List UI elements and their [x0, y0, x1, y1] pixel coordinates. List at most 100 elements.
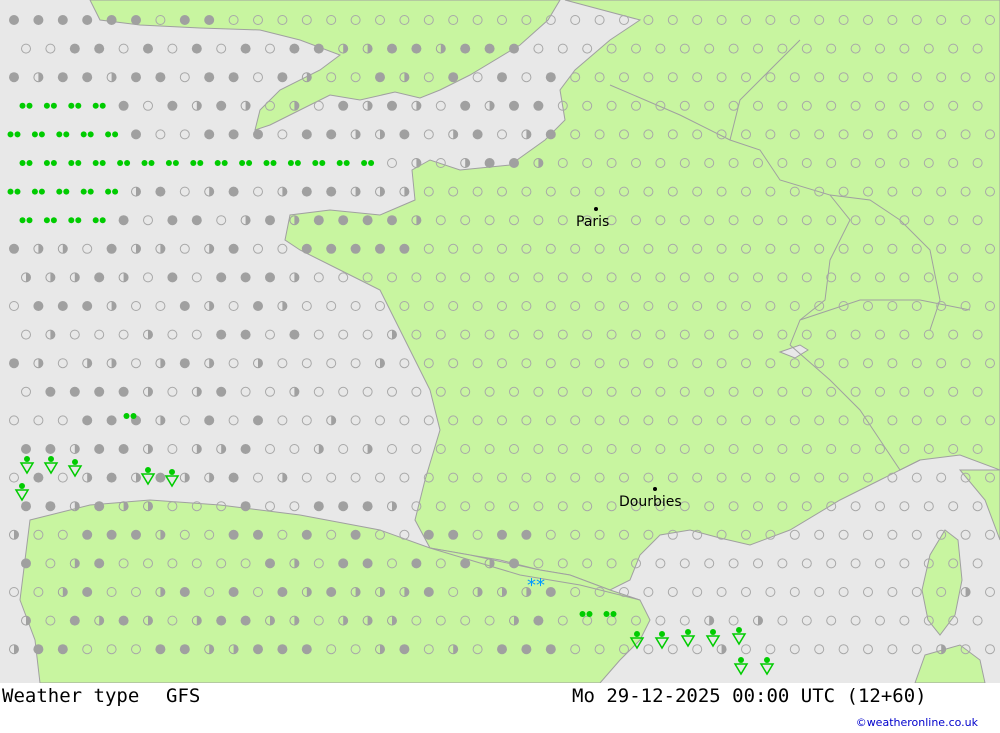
overcast-icon: [240, 43, 251, 54]
overcast-icon: [509, 100, 519, 111]
overcast-icon: [448, 529, 459, 540]
overcast-icon: [57, 301, 68, 311]
overcast-icon: [216, 615, 227, 626]
overcast-icon: [106, 529, 117, 540]
overcast-icon: [484, 158, 495, 168]
overcast-icon: [545, 72, 556, 83]
overcast-icon: [191, 43, 202, 54]
overcast-icon: [265, 558, 275, 569]
overcast-icon: [533, 100, 544, 111]
overcast-icon: [9, 72, 19, 83]
overcast-icon: [399, 243, 410, 254]
overcast-icon: [387, 100, 397, 111]
overcast-icon: [411, 558, 422, 569]
overcast-icon: [521, 529, 532, 540]
overcast-icon: [94, 386, 105, 397]
overcast-icon: [216, 386, 227, 397]
overcast-icon: [69, 386, 80, 397]
overcast-icon: [362, 501, 373, 512]
overcast-icon: [45, 386, 56, 397]
overcast-icon: [45, 501, 56, 512]
overcast-icon: [94, 43, 105, 54]
product-title: Weather type: [2, 685, 140, 707]
overcast-icon: [204, 415, 215, 426]
dourbies-marker: [653, 487, 657, 491]
overcast-icon: [21, 558, 31, 569]
overcast-icon: [338, 215, 349, 226]
overcast-icon: [118, 444, 129, 454]
overcast-icon: [21, 444, 31, 454]
overcast-icon: [277, 587, 288, 597]
overcast-icon: [106, 415, 117, 426]
model-name: GFS: [166, 685, 201, 707]
overcast-icon: [265, 272, 275, 283]
overcast-icon: [179, 15, 190, 25]
overcast-icon: [167, 215, 178, 226]
overcast-icon: [240, 329, 251, 340]
overcast-icon: [545, 129, 556, 140]
valid-time: Mo 29-12-2025 00:00 UTC (12+60): [572, 685, 927, 707]
overcast-icon: [94, 558, 105, 569]
overcast-icon: [375, 72, 385, 83]
overcast-icon: [155, 644, 166, 655]
overcast-icon: [179, 301, 190, 311]
city-label-dourbies: Dourbies: [619, 494, 682, 510]
overcast-icon: [82, 15, 93, 25]
overcast-icon: [131, 72, 141, 83]
site-credit-link[interactable]: ©weatheronline.co.uk: [856, 716, 978, 729]
overcast-icon: [94, 501, 105, 512]
overcast-icon: [448, 72, 459, 83]
overcast-icon: [216, 329, 227, 340]
map-footer: Weather type GFS Mo 29-12-2025 00:00 UTC…: [0, 683, 1000, 733]
overcast-icon: [460, 43, 471, 54]
overcast-icon: [497, 72, 507, 83]
overcast-icon: [82, 415, 93, 426]
overcast-icon: [228, 243, 239, 254]
overcast-icon: [57, 644, 68, 655]
overcast-icon: [69, 615, 80, 626]
overcast-icon: [228, 529, 239, 540]
overcast-icon: [313, 501, 324, 512]
overcast-icon: [118, 215, 129, 226]
overcast-icon: [143, 43, 153, 54]
overcast-icon: [387, 43, 397, 54]
overcast-icon: [399, 644, 410, 655]
overcast-icon: [350, 529, 361, 540]
overcast-icon: [497, 529, 507, 540]
overcast-icon: [301, 186, 312, 197]
overcast-icon: [204, 129, 215, 140]
overcast-icon: [253, 129, 263, 140]
city-label-paris: Paris: [576, 214, 610, 230]
overcast-icon: [33, 644, 44, 655]
overcast-icon: [521, 644, 532, 655]
overcast-icon: [338, 501, 349, 512]
overcast-icon: [33, 15, 44, 25]
overcast-icon: [362, 558, 373, 569]
overcast-icon: [533, 615, 544, 626]
overcast-icon: [423, 587, 434, 597]
overcast-icon: [240, 272, 251, 283]
overcast-icon: [216, 100, 227, 111]
overcast-icon: [301, 243, 312, 254]
overcast-icon: [277, 644, 288, 655]
overcast-icon: [301, 129, 312, 140]
overcast-icon: [228, 72, 239, 83]
overcast-icon: [326, 587, 337, 597]
overcast-icon: [82, 529, 93, 540]
overcast-icon: [33, 301, 44, 311]
overcast-icon: [301, 644, 312, 655]
overcast-icon: [82, 301, 93, 311]
overcast-icon: [191, 215, 202, 226]
overcast-icon: [179, 358, 190, 369]
overcast-icon: [57, 72, 68, 83]
overcast-icon: [131, 129, 141, 140]
overcast-icon: [106, 243, 117, 254]
overcast-icon: [94, 272, 105, 283]
overcast-icon: [545, 644, 556, 655]
overcast-icon: [82, 587, 93, 597]
overcast-icon: [338, 100, 349, 111]
overcast-icon: [118, 615, 129, 626]
overcast-icon: [240, 615, 251, 626]
overcast-icon: [45, 444, 56, 454]
overcast-icon: [9, 243, 19, 254]
